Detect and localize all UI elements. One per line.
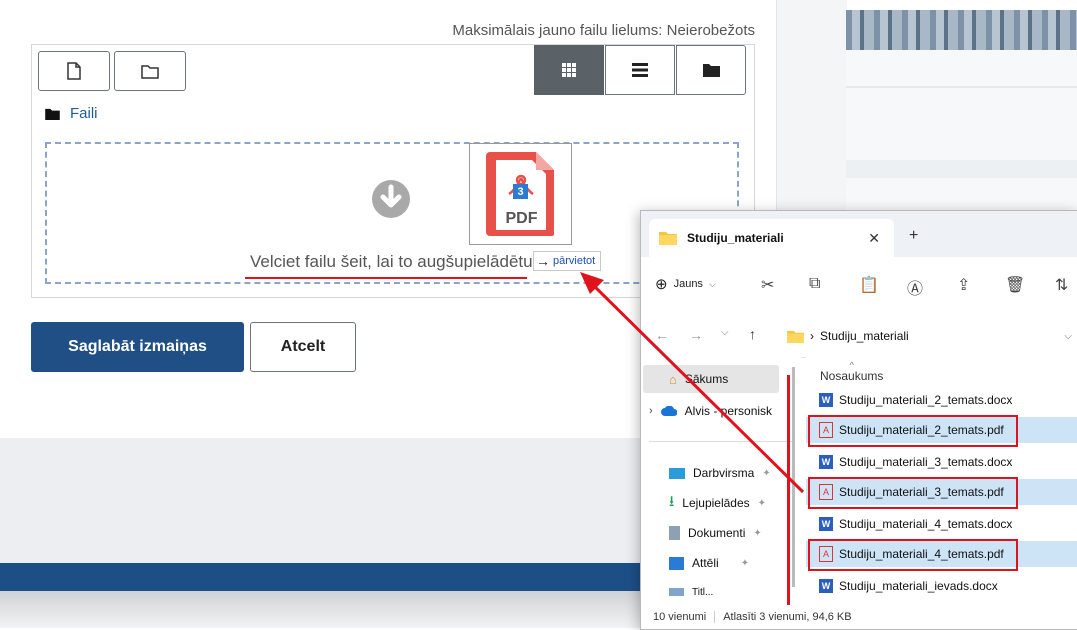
explorer-titlebar: Studiju_materiali ✕ + [641,211,1077,257]
view-tree-button[interactable] [676,45,746,95]
annotation-box [808,539,1018,571]
file-row[interactable]: W Studiju_materiali_3_temats.docx [806,449,1077,475]
view-icons-button[interactable] [534,45,604,95]
arrow-right-icon: → [536,253,550,269]
status-bar: 10 vienumi Atlasīti 3 vienumi, 94,6 KB [641,605,1077,629]
address-dropdown-icon[interactable]: ⌵ [1064,331,1072,342]
status-count: 10 vienumi [653,611,707,623]
dragged-pdf-file[interactable]: 3 PDF [469,143,572,245]
column-header-label: Nosaukums [820,369,884,383]
close-tab-icon[interactable]: ✕ [868,230,880,247]
folder-icon [45,108,60,120]
annotation-box [808,415,1018,447]
grid-icon [562,63,576,77]
view-list-button[interactable] [605,45,675,95]
address-path: Studiju_materiali [820,329,909,343]
file-row[interactable]: W Studiju_materiali_4_temats.docx [806,511,1077,537]
annotation-arrow [580,272,805,494]
cancel-button[interactable]: Atcelt [250,322,356,372]
copy-icon[interactable]: ⧉ [809,275,820,293]
download-arrow-icon [372,180,410,218]
pin-icon: ✦ [753,527,762,539]
nav-item-documents[interactable]: Dokumenti ✦ [669,519,762,547]
file-icon [67,62,81,80]
breadcrumb: Faili [45,105,98,122]
sort-ascending-icon: ^ [849,360,854,370]
file-count-badge: 3 [513,184,528,199]
chevron-right-icon: › [810,329,814,343]
folder-icon [702,64,720,77]
file-row[interactable]: W Studiju_materiali_2_temats.docx [806,387,1077,413]
file-name: Studiju_materiali_ievads.docx [839,579,998,593]
address-bar[interactable]: › Studiju_materiali ⌵ [787,323,1077,349]
explorer-tab[interactable]: Studiju_materiali ✕ [649,219,894,257]
paste-icon[interactable]: 📋 [859,275,879,295]
new-tab-icon[interactable]: + [909,227,918,245]
status-selected: Atlasīti 3 vienumi, 94,6 KB [714,611,852,623]
divider [846,86,1077,88]
pictures-icon [669,556,684,570]
sort-icon[interactable]: ⇅ [1055,275,1068,295]
file-name: Studiju_materiali_4_temats.docx [839,517,1013,531]
breadcrumb-folder-link[interactable]: Faili [70,105,98,122]
add-file-button[interactable] [38,51,110,91]
drop-instructions: Velciet failu šeit, lai to augšupielādēt… [250,252,533,271]
documents-icon [669,526,680,540]
folder-outline-icon [141,64,159,79]
column-header-name[interactable]: ^ Nosaukums [820,360,884,384]
create-folder-button[interactable] [114,51,186,91]
word-doc-icon: W [819,579,833,593]
share-icon[interactable]: ⇪ [957,275,970,295]
nav-item-pictures[interactable]: Attēli ✦ [669,549,749,577]
nav-item-folder[interactable]: Titl... [669,581,713,603]
tab-title: Studiju_materiali [687,231,784,245]
word-doc-icon: W [819,517,833,531]
nav-item-label: Dokumenti [688,526,746,540]
nav-item-label: Attēli [692,556,719,570]
nav-item-label: Titl... [692,586,714,598]
max-file-size-label: Maksimālais jauno failu lielums: Neierob… [452,22,755,39]
folder-icon [669,588,684,596]
rename-icon[interactable]: Ⓐ [907,275,923,299]
annotation-box [808,477,1018,509]
file-name: Studiju_materiali_3_temats.docx [839,455,1013,469]
word-doc-icon: W [819,455,833,469]
header-photo [846,10,1077,50]
annotation-underline [245,277,527,279]
list-icon [632,63,648,77]
file-name: Studiju_materiali_2_temats.docx [839,393,1013,407]
folder-icon [659,232,677,245]
save-changes-button[interactable]: Saglabāt izmaiņas [31,322,244,372]
delete-icon[interactable]: 🗑 [1005,275,1025,295]
divider [846,160,1077,178]
file-row[interactable]: W Studiju_materiali_ievads.docx [806,573,1077,599]
word-doc-icon: W [819,393,833,407]
pin-icon: ✦ [740,557,750,569]
pdf-label: PDF [505,210,538,227]
